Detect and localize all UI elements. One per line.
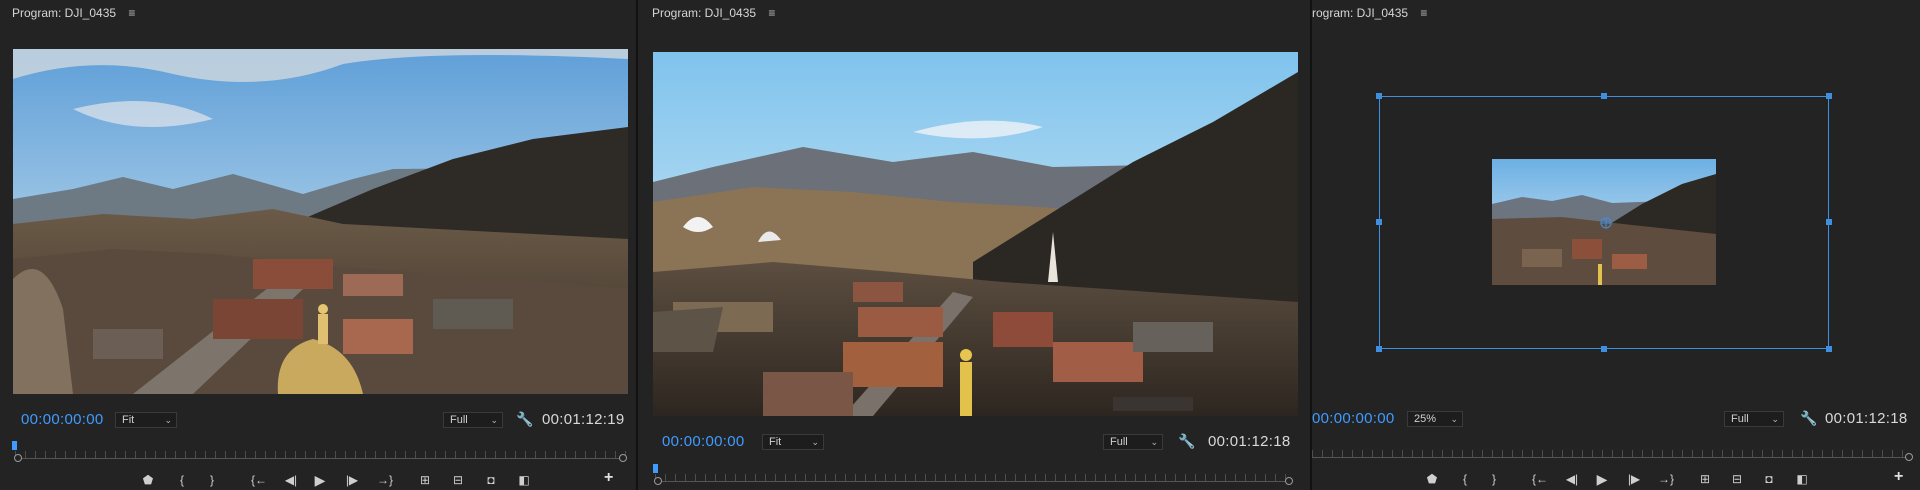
video-frame[interactable] — [1492, 159, 1716, 285]
program-monitor-3: rogram: DJI_0435 ≡ 00:00:00:00 25% ⌄ Ful… — [1312, 0, 1920, 490]
lift-button[interactable]: ⊞ — [1697, 469, 1713, 489]
zoom-value: Fit — [769, 436, 782, 448]
transform-handle[interactable] — [1601, 93, 1607, 99]
transport-controls: ⬟ { } {← ◀| ▶ |▶ →} ⊞ ⊟ ◘ ◧ — [140, 470, 620, 490]
playhead[interactable] — [12, 441, 17, 450]
chevron-down-icon: ⌄ — [490, 415, 498, 425]
mark-in-button[interactable]: { — [174, 470, 190, 490]
ruler-line — [1312, 457, 1912, 458]
transform-handle[interactable] — [1376, 93, 1382, 99]
panel-title[interactable]: rogram: DJI_0435 ≡ — [1312, 6, 1427, 20]
ruler-ticks — [15, 451, 626, 458]
video-image — [13, 49, 628, 394]
resolution-dropdown[interactable]: Full ⌄ — [443, 412, 503, 428]
panel-title-label: rogram: DJI_0435 — [1312, 6, 1409, 20]
panel-menu-icon[interactable]: ≡ — [1420, 6, 1427, 20]
go-to-out-button[interactable]: →} — [373, 470, 397, 490]
wrench-icon[interactable]: 🔧 — [516, 411, 533, 428]
zoom-dropdown[interactable]: Fit ⌄ — [115, 412, 177, 428]
panel-title-label: Program: DJI_0435 — [652, 6, 757, 20]
comparison-view-button[interactable]: ◧ — [516, 470, 532, 490]
play-button[interactable]: ▶ — [312, 470, 328, 490]
chevron-down-icon: ⌄ — [1450, 414, 1458, 424]
panel-title[interactable]: Program: DJI_0435 ≡ — [12, 6, 135, 20]
timeline-ruler[interactable] — [1312, 450, 1913, 464]
timeline-ruler[interactable] — [14, 451, 627, 465]
panel-title-label: Program: DJI_0435 — [12, 6, 117, 20]
go-to-in-button[interactable]: {← — [247, 470, 271, 490]
video-image — [653, 52, 1298, 416]
extract-button[interactable]: ⊟ — [450, 470, 466, 490]
add-marker-button[interactable]: ⬟ — [140, 470, 156, 490]
zoom-dropdown[interactable]: 25% ⌄ — [1407, 411, 1463, 427]
video-image — [1492, 159, 1716, 285]
resolution-dropdown[interactable]: Full ⌄ — [1103, 434, 1163, 450]
mark-in-button[interactable]: { — [1457, 469, 1473, 489]
mark-out-button[interactable]: } — [1486, 469, 1502, 489]
ruler-line — [655, 481, 1292, 482]
duration-timecode: 00:01:12:19 — [542, 411, 625, 428]
resolution-value: Full — [1731, 413, 1749, 425]
playhead[interactable] — [653, 464, 658, 473]
ruler-end-handle[interactable] — [619, 454, 627, 462]
video-frame[interactable] — [13, 49, 628, 394]
add-marker-button[interactable]: ⬟ — [1424, 469, 1440, 489]
transform-handle[interactable] — [1376, 346, 1382, 352]
resolution-value: Full — [450, 414, 468, 426]
wrench-icon[interactable]: 🔧 — [1800, 410, 1817, 427]
timeline-ruler[interactable] — [654, 474, 1293, 488]
program-monitor-2: Program: DJI_0435 ≡ 00:00:00:00 Fit ⌄ Fu… — [638, 0, 1310, 490]
ruler-start-handle[interactable] — [14, 454, 22, 462]
ruler-end-handle[interactable] — [1905, 453, 1913, 461]
ruler-ticks — [655, 474, 1292, 481]
current-timecode[interactable]: 00:00:00:00 — [1312, 410, 1395, 427]
program-monitor-1: Program: DJI_0435 ≡ 00:00:00:00 Fit ⌄ Fu… — [0, 0, 636, 490]
resolution-value: Full — [1110, 436, 1128, 448]
chevron-down-icon: ⌄ — [811, 437, 819, 447]
zoom-value: 25% — [1414, 413, 1437, 425]
transform-handle[interactable] — [1601, 346, 1607, 352]
step-back-button[interactable]: ◀| — [1561, 469, 1583, 489]
video-frame[interactable] — [653, 52, 1298, 416]
wrench-icon[interactable]: 🔧 — [1178, 433, 1195, 450]
extract-button[interactable]: ⊟ — [1729, 469, 1745, 489]
ruler-end-handle[interactable] — [1285, 477, 1293, 485]
current-timecode[interactable]: 00:00:00:00 — [662, 433, 745, 450]
panel-menu-icon[interactable]: ≡ — [128, 6, 135, 20]
zoom-dropdown[interactable]: Fit ⌄ — [762, 434, 824, 450]
step-forward-button[interactable]: |▶ — [1623, 469, 1645, 489]
mark-out-button[interactable]: } — [204, 470, 220, 490]
current-timecode[interactable]: 00:00:00:00 — [21, 411, 104, 428]
ruler-ticks — [1312, 450, 1912, 457]
step-back-button[interactable]: ◀| — [280, 470, 302, 490]
go-to-in-button[interactable]: {← — [1528, 469, 1552, 489]
zoom-value: Fit — [122, 414, 135, 426]
chevron-down-icon: ⌄ — [164, 415, 172, 425]
go-to-out-button[interactable]: →} — [1654, 469, 1678, 489]
panel-title[interactable]: Program: DJI_0435 ≡ — [652, 6, 775, 20]
transform-handle[interactable] — [1826, 219, 1832, 225]
panel-menu-icon[interactable]: ≡ — [768, 6, 775, 20]
ruler-start-handle[interactable] — [654, 477, 662, 485]
duration-timecode: 00:01:12:18 — [1825, 410, 1908, 427]
play-button[interactable]: ▶ — [1594, 469, 1610, 489]
transform-handle[interactable] — [1826, 346, 1832, 352]
resolution-dropdown[interactable]: Full ⌄ — [1724, 411, 1784, 427]
transform-handle[interactable] — [1376, 219, 1382, 225]
export-frame-button[interactable]: ◘ — [483, 470, 499, 490]
export-frame-button[interactable]: ◘ — [1761, 469, 1777, 489]
transport-controls: ⬟ { } {← ◀| ▶ |▶ →} ⊞ ⊟ ◘ ◧ — [1424, 469, 1904, 489]
duration-timecode: 00:01:12:18 — [1208, 433, 1291, 450]
transform-handle[interactable] — [1826, 93, 1832, 99]
chevron-down-icon: ⌄ — [1771, 414, 1779, 424]
step-forward-button[interactable]: |▶ — [341, 470, 363, 490]
lift-button[interactable]: ⊞ — [417, 470, 433, 490]
comparison-view-button[interactable]: ◧ — [1794, 469, 1810, 489]
chevron-down-icon: ⌄ — [1150, 437, 1158, 447]
button-editor-add-icon[interactable]: + — [604, 469, 613, 487]
ruler-line — [15, 458, 626, 459]
button-editor-add-icon[interactable]: + — [1894, 468, 1903, 486]
